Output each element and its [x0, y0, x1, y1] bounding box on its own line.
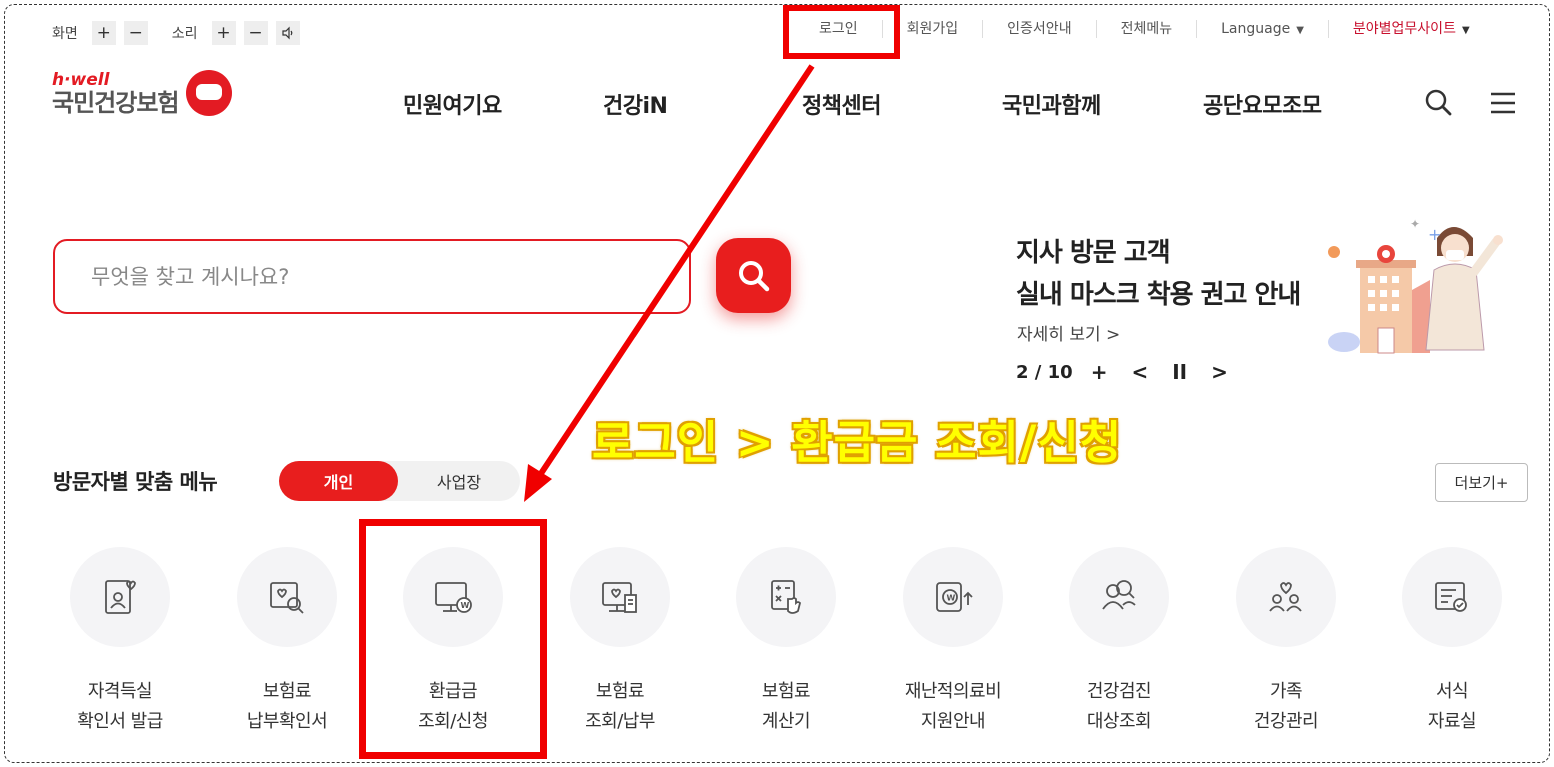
service-item-family-health[interactable]: 가족건강관리	[1221, 547, 1351, 737]
banner-prev-button[interactable]: <	[1131, 360, 1148, 384]
form-document-icon	[1402, 547, 1502, 647]
volume-down-button[interactable]: −	[243, 21, 268, 45]
screen-size-label: 화면	[52, 26, 78, 42]
service-item-premium-payment[interactable]: 보험료조회/납부	[555, 547, 685, 737]
service-item-payment-certificate[interactable]: 보험료납부확인서	[222, 547, 352, 737]
zoom-in-button[interactable]: +	[91, 21, 116, 45]
id-card-heart-icon	[70, 547, 170, 647]
banner-next-button[interactable]: >	[1211, 360, 1228, 384]
search-icon[interactable]	[1424, 88, 1454, 118]
tab-personal[interactable]: 개인	[279, 461, 398, 501]
service-label-line1: 보험료	[761, 681, 811, 702]
svg-text:✦: ✦	[1410, 217, 1420, 231]
more-button[interactable]: 더보기+	[1435, 463, 1528, 502]
tab-business[interactable]: 사업장	[398, 461, 520, 501]
service-label-line2: 확인서 발급	[77, 711, 163, 732]
service-label-line2: 조회/납부	[585, 711, 655, 732]
service-label-line1: 재난적의료비	[904, 681, 1002, 702]
search-field	[53, 239, 691, 314]
calculator-icon	[736, 547, 836, 647]
language-label: Language	[1221, 21, 1291, 37]
site-logo[interactable]: h·well 국민건강보험	[52, 70, 232, 117]
banner-illustration: + ✦	[1328, 217, 1503, 354]
speaker-icon[interactable]	[275, 21, 300, 45]
visitor-type-toggle: 개인 사업장	[279, 461, 520, 501]
logo-mask-icon	[186, 70, 232, 116]
volume-up-button[interactable]: +	[211, 21, 236, 45]
service-label-line1: 서식	[1435, 681, 1469, 702]
all-menu-link[interactable]: 전체메뉴	[1097, 20, 1198, 38]
service-label-line1: 건강검진	[1086, 681, 1152, 702]
service-item-eligibility[interactable]: 자격득실확인서 발급	[55, 547, 185, 737]
certificate-guide-link[interactable]: 인증서안내	[983, 20, 1097, 38]
nav-item-with-people[interactable]: 국민과함께	[1002, 88, 1101, 120]
service-label-line2: 건강관리	[1253, 711, 1319, 732]
service-item-catastrophic-aid[interactable]: W 재난적의료비지원안내	[888, 547, 1018, 737]
accessibility-controls: 화면 + − 소리 + −	[52, 21, 324, 45]
nav-item-about[interactable]: 공단요모조모	[1203, 88, 1322, 120]
search-input[interactable]	[91, 264, 651, 289]
service-label-line2: 자료실	[1427, 711, 1477, 732]
search-icon	[738, 260, 769, 291]
banner-expand-button[interactable]: +	[1091, 360, 1108, 384]
sound-label: 소리	[171, 26, 198, 42]
family-heart-icon	[1236, 547, 1336, 647]
banner-more-link[interactable]: 자세히 보기 >	[1017, 320, 1120, 345]
banner-pause-button[interactable]: II	[1172, 360, 1187, 384]
caret-down-icon: ▼	[1461, 25, 1470, 36]
svg-text:+: +	[1428, 225, 1441, 244]
nav-item-policy-center[interactable]: 정책센터	[802, 88, 881, 120]
service-label-line2: 대상조회	[1086, 711, 1152, 732]
nav-item-health-in[interactable]: 건강iN	[603, 88, 668, 120]
search-document-icon	[237, 547, 337, 647]
sound-control: 소리 + −	[172, 21, 308, 45]
zoom-out-button[interactable]: −	[123, 21, 148, 45]
caret-down-icon: ▼	[1296, 25, 1304, 36]
monitor-receipt-icon	[570, 547, 670, 647]
service-item-checkup[interactable]: 건강검진대상조회	[1054, 547, 1184, 737]
wallet-won-icon: W	[903, 547, 1003, 647]
service-label-line2: 조회/신청	[418, 711, 488, 732]
banner-title[interactable]: 지사 방문 고객 실내 마스크 착용 권고 안내	[1016, 232, 1301, 316]
business-sites-select[interactable]: 분야별업무사이트 ▼	[1329, 20, 1494, 38]
hamburger-menu-icon[interactable]	[1490, 92, 1516, 114]
logo-name: 국민건강보험	[52, 89, 179, 117]
service-label-line1: 환급금	[428, 681, 478, 702]
screen-size-control: 화면 + −	[52, 21, 156, 45]
service-label-line2: 지원안내	[920, 711, 986, 732]
business-sites-label: 분야별업무사이트	[1352, 21, 1456, 37]
banner-controls: 2 / 10 + < II >	[1016, 360, 1252, 384]
service-item-calculator[interactable]: 보험료계산기	[721, 547, 851, 737]
logo-brand: h·well	[52, 70, 110, 90]
service-label-line2: 계산기	[761, 711, 811, 732]
service-label-line1: 가족	[1269, 681, 1303, 702]
banner-counter: 2 / 10	[1016, 361, 1073, 383]
service-label-line1: 자격득실	[87, 681, 153, 702]
svg-text:W: W	[947, 594, 956, 603]
banner-line-1: 지사 방문 고객	[1016, 238, 1171, 268]
banner-line-2: 실내 마스크 착용 권고 안내	[1016, 280, 1301, 310]
svg-text:W: W	[461, 601, 470, 610]
service-item-refund[interactable]: W 환급금조회/신청	[388, 547, 518, 737]
service-item-forms[interactable]: 서식자료실	[1387, 547, 1517, 737]
people-search-icon	[1069, 547, 1169, 647]
monitor-won-icon: W	[403, 547, 503, 647]
service-label-line2: 납부확인서	[246, 711, 328, 732]
search-submit-button[interactable]	[716, 238, 791, 313]
visitor-menu-title: 방문자별 맞춤 메뉴	[53, 470, 218, 494]
login-highlight-box	[783, 5, 900, 59]
annotation-callout: 로그인 > 환급금 조회/신청	[592, 416, 1123, 469]
service-label-line1: 보험료	[595, 681, 645, 702]
language-select[interactable]: Language ▼	[1197, 20, 1329, 38]
service-label-line1: 보험료	[262, 681, 312, 702]
nav-item-civil-service[interactable]: 민원여기요	[403, 88, 502, 120]
